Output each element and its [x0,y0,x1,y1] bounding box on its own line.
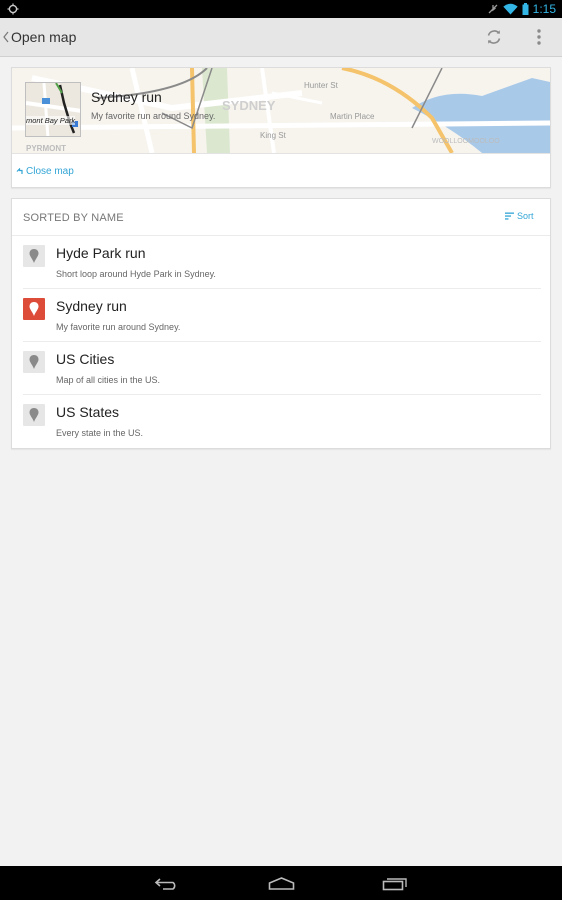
sort-label: Sort [517,211,534,221]
map-pin-icon [23,245,45,267]
status-bar: 1:15 [0,0,562,18]
current-map-title: Sydney run [91,89,162,105]
battery-icon [522,3,529,15]
notification-ring-icon [7,3,19,15]
list-item-title: Sydney run [56,298,127,314]
back-icon[interactable] [154,876,180,891]
do-not-disturb-icon [488,4,498,14]
close-map-label: Close map [26,166,74,177]
map-pin-icon [23,298,45,320]
map-label-sydney: SYDNEY [222,98,276,113]
sort-icon [505,212,514,220]
list-item-subtitle: Short loop around Hyde Park in Sydney. [56,269,216,279]
map-label-woolloomooloo: WOOLLOOMOOLOO [432,138,500,145]
current-map-card: SYDNEY Hunter St Martin Place King St PY… [11,67,551,188]
list-item[interactable]: Hyde Park run Short loop around Hyde Par… [12,236,550,289]
list-item[interactable]: US Cities Map of all cities in the US. [12,342,550,395]
map-pin-icon [23,351,45,373]
list-item-title: US Cities [56,351,115,367]
current-map-subtitle: My favorite run around Sydney. [91,111,216,121]
action-bar: Open map [0,18,562,57]
overflow-menu-icon[interactable] [531,27,547,47]
map-pin-icon [23,404,45,426]
thumbnail-label: mont Bay Park [26,116,76,125]
list-sort-header: SORTED BY NAME [23,212,124,224]
close-map-arrow-icon [16,168,23,174]
map-label-hunter-st: Hunter St [304,81,338,90]
up-chevron-icon[interactable] [2,29,10,45]
map-label-pyrmont: PYRMONT [26,144,66,153]
divider [12,153,550,154]
home-icon[interactable] [268,876,295,891]
map-list-card: SORTED BY NAME Sort Hyde Park run Short … [11,198,551,449]
list-item[interactable]: Sydney run My favorite run around Sydney… [12,289,550,342]
list-item-title: US States [56,404,120,420]
map-label-martin-place: Martin Place [330,112,375,121]
list-item-subtitle: Map of all cities in the US. [56,375,161,385]
map-preview[interactable]: SYDNEY Hunter St Martin Place King St PY… [12,68,550,153]
map-thumbnail: mont Bay Park [25,82,81,137]
refresh-icon[interactable] [484,27,504,47]
list-item-title: Hyde Park run [56,245,146,261]
recent-apps-icon[interactable] [382,876,409,891]
wifi-icon [502,3,518,15]
list-item-subtitle: Every state in the US. [56,428,144,438]
navigation-bar [0,866,562,900]
page-title[interactable]: Open map [11,29,76,45]
list-item-subtitle: My favorite run around Sydney. [56,322,181,332]
list-item[interactable]: US States Every state in the US. [12,395,550,448]
status-clock: 1:15 [532,2,556,16]
map-label-king-st: King St [260,131,286,140]
close-map-button[interactable]: Close map [16,166,74,177]
sort-button[interactable]: Sort [505,211,534,221]
